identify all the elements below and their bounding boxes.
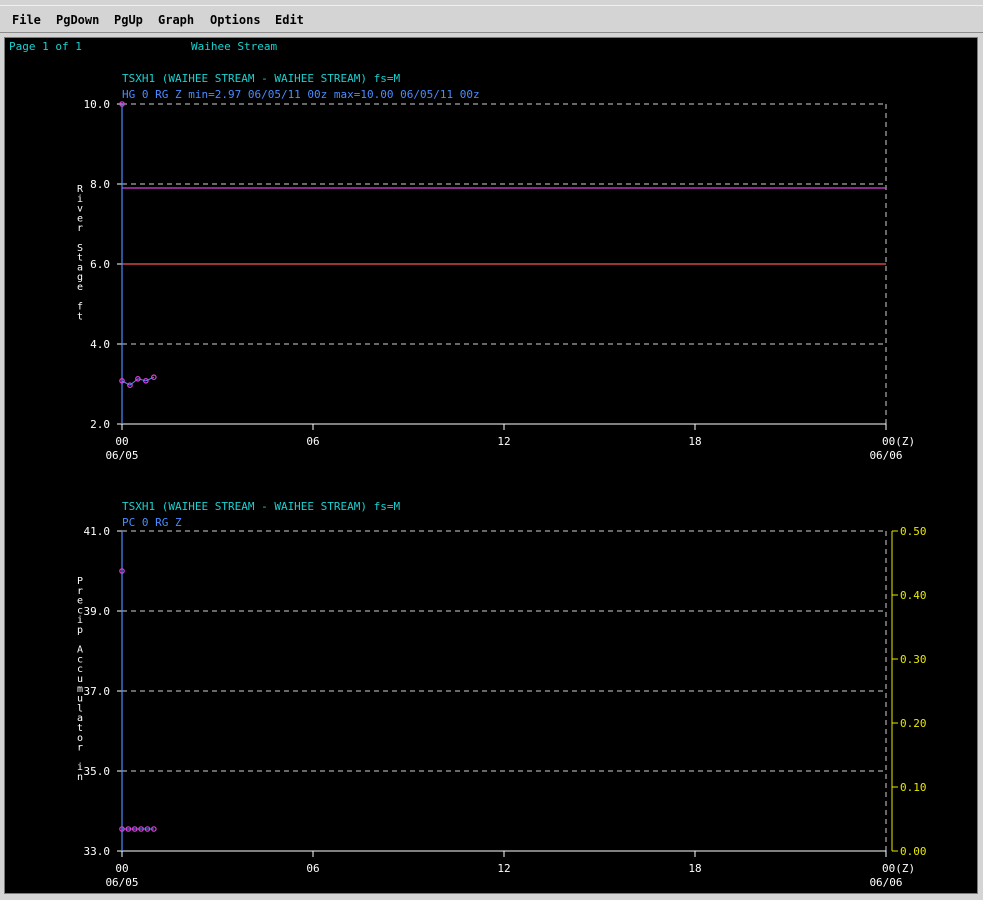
panel2-title: TSXH1 (WAIHEE STREAM - WAIHEE STREAM) fs… bbox=[122, 500, 401, 513]
panel2-y2tick-label: 0.20 bbox=[900, 717, 927, 730]
panel1-ytick-label: 6.0 bbox=[90, 258, 110, 271]
panel1-xtick-label: 06 bbox=[306, 435, 319, 448]
panel2-xtick-label: 18 bbox=[688, 862, 701, 875]
panel1-xtick-label: 12 bbox=[497, 435, 510, 448]
panel1-ytick-label: 8.0 bbox=[90, 178, 110, 191]
page-indicator: Page 1 of 1 bbox=[9, 40, 82, 53]
panel2-date-label-start: 06/05 bbox=[105, 876, 138, 889]
panel1-ylabel-char: t bbox=[77, 311, 83, 322]
panel2-ytick-label: 35.0 bbox=[84, 765, 111, 778]
station-name: Waihee Stream bbox=[191, 40, 277, 53]
panel2-y2tick-label: 0.00 bbox=[900, 845, 927, 858]
panel2-ylabel-char: n bbox=[77, 772, 83, 783]
panel1-ylabel-char: r bbox=[77, 223, 83, 234]
panel1-subtitle: HG 0 RG Z min=2.97 06/05/11 00z max=10.0… bbox=[122, 88, 480, 101]
panel2-xtick-label: 12 bbox=[497, 862, 510, 875]
panel2-ytick-label: 41.0 bbox=[84, 525, 111, 538]
panel1-ytick-label: 2.0 bbox=[90, 418, 110, 431]
panel2-ytick-label: 39.0 bbox=[84, 605, 111, 618]
panel1-xtick-label: 00(Z) bbox=[882, 435, 915, 448]
panel1-title: TSXH1 (WAIHEE STREAM - WAIHEE STREAM) fs… bbox=[122, 72, 401, 85]
panel1-ylabel-char: e bbox=[77, 282, 83, 293]
panel2-ytick-label: 33.0 bbox=[84, 845, 111, 858]
panel2-ytick-label: 37.0 bbox=[84, 685, 111, 698]
panel1-date-label-start: 06/05 bbox=[105, 449, 138, 462]
hydrograph-canvas: Page 1 of 1 Waihee Stream TSXH1 (WAIHEE … bbox=[9, 40, 927, 889]
panel1-date-label-end: 06/06 bbox=[869, 449, 902, 462]
panel2-y2tick-label: 0.40 bbox=[900, 589, 927, 602]
panel2-xtick-label: 00 bbox=[115, 862, 128, 875]
panel2-xtick-label: 06 bbox=[306, 862, 319, 875]
panel1-xtick-label: 18 bbox=[688, 435, 701, 448]
panel2-y2tick-label: 0.10 bbox=[900, 781, 927, 794]
panel2-y2tick-label: 0.50 bbox=[900, 525, 927, 538]
panel2-xtick-label: 00(Z) bbox=[882, 862, 915, 875]
panel1-ytick-label: 4.0 bbox=[90, 338, 110, 351]
panel2-y2tick-label: 0.30 bbox=[900, 653, 927, 666]
panel1-ytick-label: 10.0 bbox=[84, 98, 111, 111]
panel2-date-label-end: 06/06 bbox=[869, 876, 902, 889]
panel1-xtick-label: 00 bbox=[115, 435, 128, 448]
panel2-ylabel-char: p bbox=[77, 625, 83, 636]
panel2-subtitle: PC 0 RG Z bbox=[122, 516, 182, 529]
panel2-ylabel-char: r bbox=[77, 743, 83, 754]
